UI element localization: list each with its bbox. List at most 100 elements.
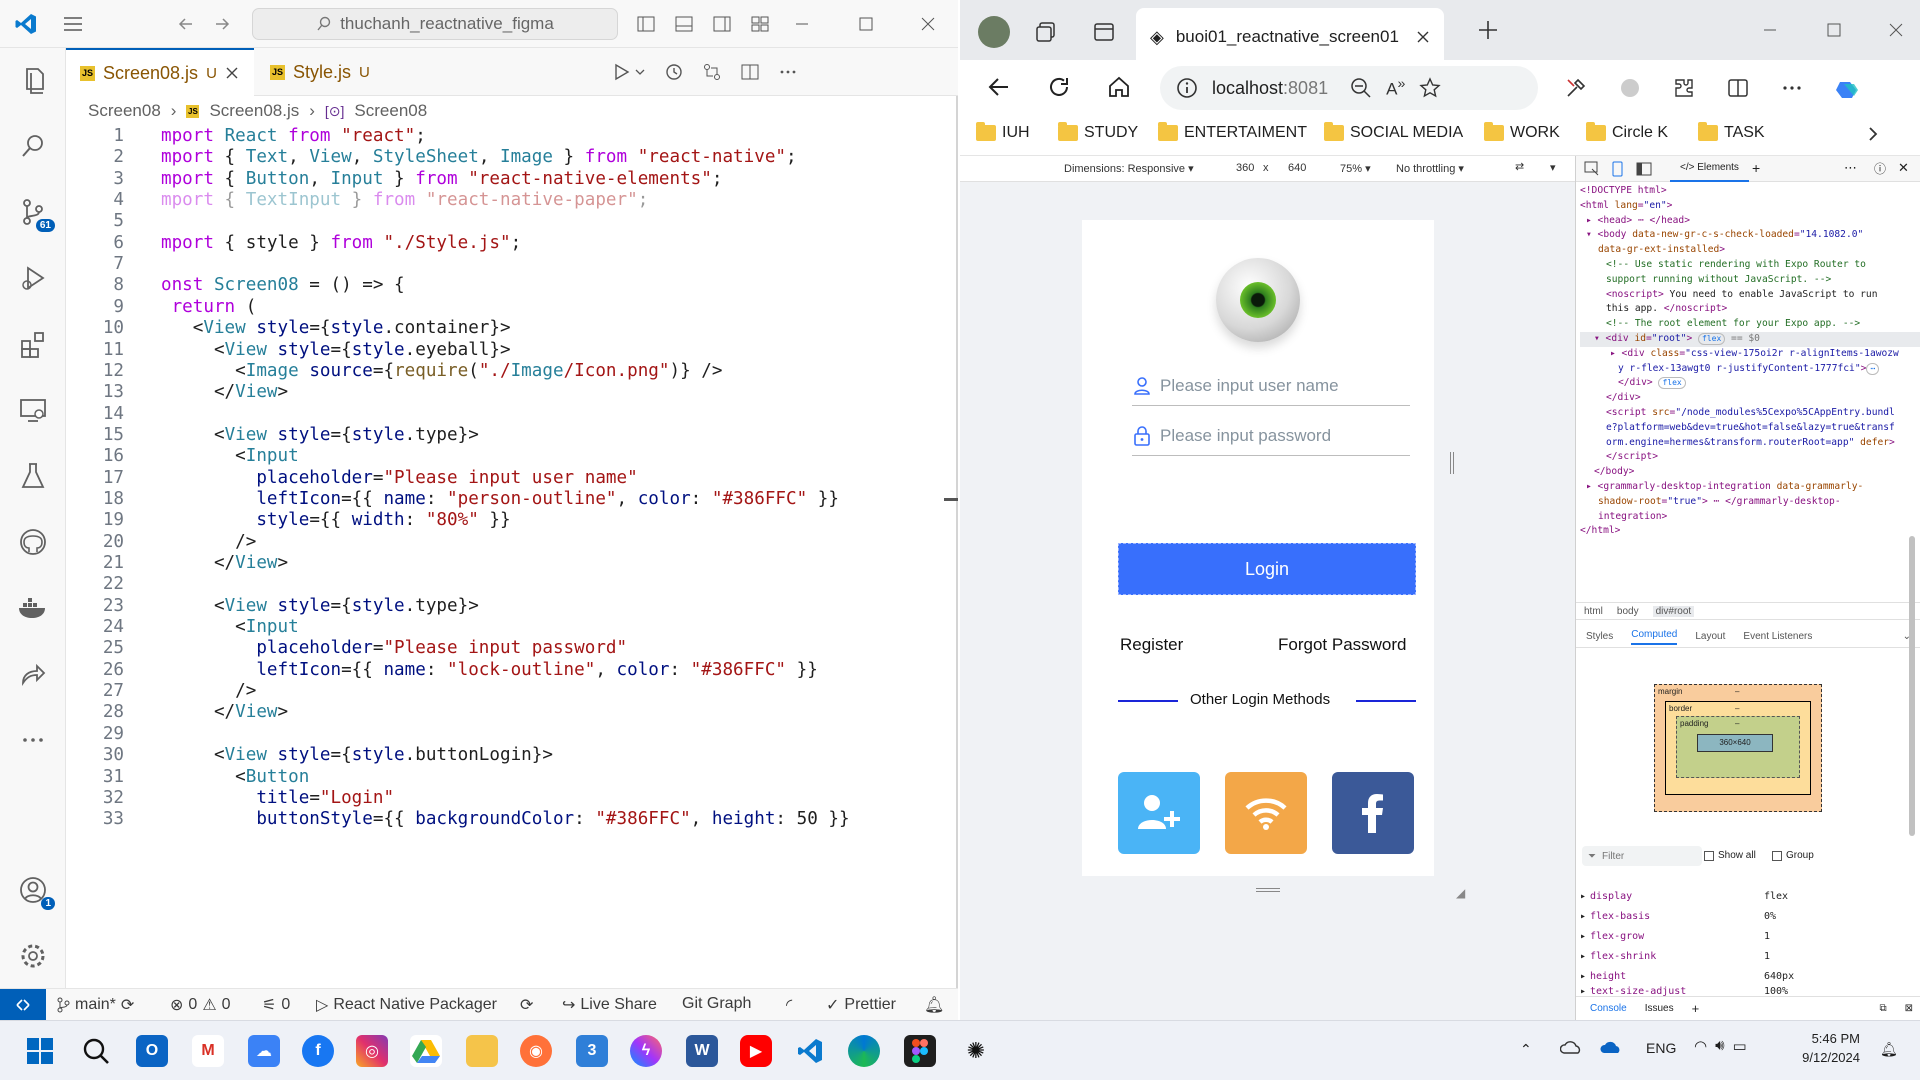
browser-tab-active[interactable]: ◈ buoi01_reactnative_screen01 — [1136, 8, 1444, 66]
drawer-undock-icon[interactable]: ⧉ — [1879, 1003, 1886, 1014]
code-line[interactable]: <Button — [161, 767, 309, 787]
crumb-body[interactable]: body — [1617, 606, 1639, 617]
system-tray[interactable]: ◠ 🔊︎ ▭ — [1694, 1037, 1747, 1055]
ports-indicator[interactable]: ⚟ 0 — [262, 995, 290, 1015]
back-icon[interactable] — [986, 74, 1012, 100]
problems-indicator[interactable]: ⊗ 0 ⚠ 0 — [170, 995, 231, 1015]
favorite-folder-social-media[interactable]: SOCIAL MEDIA — [1324, 122, 1463, 142]
search-icon[interactable] — [15, 128, 51, 164]
command-center-search[interactable]: thuchanh_reactnative_figma — [252, 8, 618, 40]
git-branch[interactable]: main* ⟳ — [56, 995, 134, 1015]
profile-avatar[interactable] — [978, 16, 1010, 48]
live-share-icon[interactable] — [15, 656, 51, 692]
devtools-help-icon[interactable]: ⓘ — [1874, 160, 1886, 177]
extension-puzzle-icon[interactable] — [1618, 76, 1642, 100]
resize-corner-icon[interactable]: ◢ — [1456, 886, 1465, 900]
favorite-folder-entertaiment[interactable]: ENTERTAIMENT — [1158, 122, 1307, 142]
height-input[interactable]: 640 — [1274, 159, 1334, 179]
favorite-star-icon[interactable] — [1419, 77, 1441, 99]
inspect-icon[interactable] — [1584, 161, 1600, 177]
code-line[interactable]: <Input — [161, 446, 299, 466]
explorer-icon[interactable] — [15, 62, 51, 98]
property-row[interactable]: ▸ flex-basis 0% — [1576, 906, 1920, 926]
breadcrumb-folder[interactable]: Screen08 — [88, 101, 161, 121]
drawer-tab-console[interactable]: Console — [1590, 1003, 1627, 1014]
property-row[interactable]: ▸ text-size-adjust 100% — [1576, 986, 1920, 996]
more-icon[interactable] — [15, 722, 51, 758]
code-line[interactable]: <View style={style.container}> — [161, 318, 511, 338]
code-line[interactable]: <View style={style.buttonLogin}> — [161, 745, 553, 765]
toggle-panel-icon[interactable] — [674, 14, 694, 34]
width-input[interactable]: 360 — [1222, 159, 1282, 179]
remote-explorer-icon[interactable] — [15, 392, 51, 428]
tab-close-icon[interactable] — [1416, 30, 1430, 44]
edge-taskbar-icon[interactable] — [848, 1035, 880, 1067]
code-line[interactable]: </View> — [161, 382, 288, 402]
property-row[interactable]: ▸ display flex — [1576, 886, 1920, 906]
remote-indicator[interactable] — [0, 989, 46, 1021]
testing-icon[interactable] — [15, 458, 51, 494]
file-explorer-icon[interactable] — [466, 1035, 498, 1067]
breadcrumb-symbol[interactable]: Screen08 — [354, 101, 427, 121]
tools-icon[interactable] — [1564, 76, 1588, 100]
drawer-tab-issues[interactable]: Issues — [1645, 1003, 1674, 1014]
zoom-out-icon[interactable] — [1350, 77, 1372, 99]
toggle-secondary-sidebar-icon[interactable] — [712, 14, 732, 34]
password-input[interactable]: Please input password — [1132, 416, 1410, 456]
read-aloud-icon[interactable]: A» — [1386, 76, 1405, 100]
cloud-app-icon[interactable]: ☁ — [248, 1035, 280, 1067]
maximize-icon[interactable] — [856, 14, 876, 34]
code-line[interactable]: leftIcon={{ name: "lock-outline", color:… — [161, 660, 817, 680]
device-toggle-icon[interactable] — [1610, 161, 1626, 177]
subtab-layout[interactable]: Layout — [1695, 631, 1725, 642]
messenger-icon[interactable]: ϟ — [630, 1035, 662, 1067]
code-line[interactable]: /> — [161, 532, 256, 552]
dock-side-icon[interactable] — [1636, 161, 1652, 177]
rotate-icon[interactable]: ⇄ — [1515, 160, 1524, 173]
group-checkbox[interactable]: Group — [1772, 850, 1814, 861]
figma-icon[interactable] — [904, 1035, 936, 1067]
bell-icon[interactable]: 🔔︎ — [924, 995, 944, 1015]
vscode-taskbar-icon[interactable] — [794, 1035, 826, 1067]
live-share-status[interactable]: ↪ Live Share — [562, 995, 657, 1015]
gmail-icon[interactable]: M — [192, 1035, 224, 1067]
code-line[interactable]: mport { TextInput } from "react-native-p… — [161, 190, 648, 210]
timeline-icon[interactable] — [664, 62, 684, 82]
code-line[interactable]: <Input — [161, 617, 299, 637]
word-icon[interactable]: W — [686, 1035, 718, 1067]
github-icon[interactable] — [15, 524, 51, 560]
more-actions-icon[interactable] — [778, 62, 798, 82]
docker-icon[interactable] — [15, 590, 51, 626]
subtab-event-listeners[interactable]: Event Listeners — [1743, 631, 1812, 642]
clock[interactable]: 5:46 PM 9/12/2024 — [1790, 1029, 1860, 1067]
code-line[interactable]: <View style={style.type}> — [161, 596, 479, 616]
extensions-icon[interactable] — [1672, 76, 1696, 100]
code-line[interactable]: style={{ width: "80%" }} — [161, 510, 510, 530]
subtab-computed[interactable]: Computed — [1631, 629, 1678, 645]
drawer-close-icon[interactable]: ⊠ — [1905, 1003, 1913, 1014]
close-icon[interactable] — [918, 14, 938, 34]
dimensions-select[interactable]: Dimensions: Responsive ▾ — [1064, 162, 1194, 175]
code-line[interactable]: mport React from "react"; — [161, 126, 426, 146]
filter-input[interactable]: ⏷ Filter — [1582, 846, 1702, 866]
code-line[interactable]: placeholder="Please input password" — [161, 638, 627, 658]
tab-actions-icon[interactable] — [1092, 20, 1116, 44]
crumb-html[interactable]: html — [1584, 606, 1603, 617]
google-drive-icon[interactable] — [410, 1035, 442, 1067]
devtools-more-icon[interactable]: ⋯ — [1844, 160, 1857, 176]
split-screen-icon[interactable] — [1726, 76, 1750, 100]
search-icon[interactable] — [80, 1035, 112, 1067]
code-line[interactable]: return ( — [161, 297, 257, 317]
property-row[interactable]: ▸ flex-grow 1 — [1576, 926, 1920, 946]
refresh-icon[interactable] — [1046, 74, 1072, 100]
run-debug-icon[interactable] — [15, 260, 51, 296]
new-tab-icon[interactable] — [1476, 18, 1500, 42]
property-row[interactable]: ▸ flex-shrink 1 — [1576, 946, 1920, 966]
settings-more-icon[interactable] — [1780, 76, 1804, 100]
onedrive-gray-icon[interactable] — [1560, 1039, 1582, 1055]
zoom-select[interactable]: 75% ▾ — [1340, 162, 1371, 175]
facebook-icon[interactable]: f — [302, 1035, 334, 1067]
instagram-icon[interactable]: ◎ — [356, 1035, 388, 1067]
split-editor-icon[interactable] — [740, 62, 760, 82]
minimize-icon[interactable] — [792, 14, 812, 34]
